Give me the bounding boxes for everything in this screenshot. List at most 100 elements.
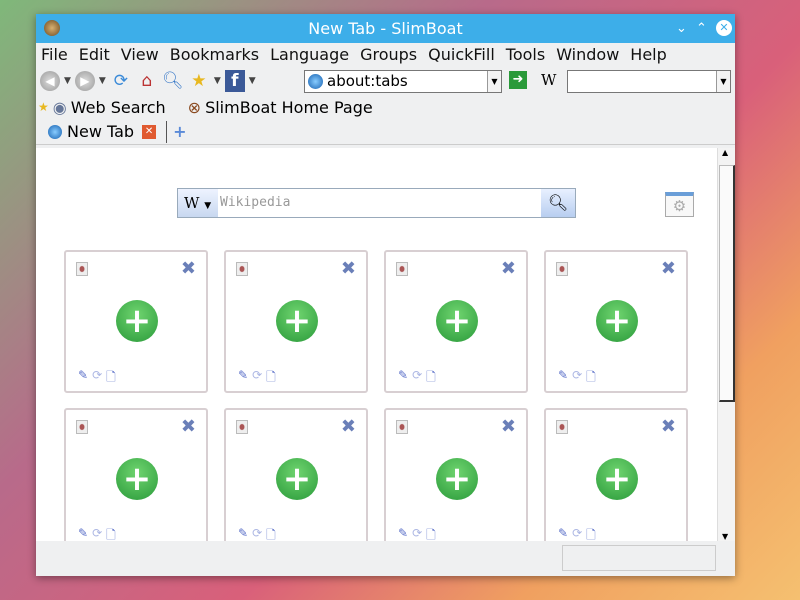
close-icon[interactable]: ✖ [341, 416, 356, 437]
engine-label: W [184, 194, 200, 212]
bookmark-star-icon[interactable]: ★ [188, 70, 210, 92]
favicon-icon [396, 420, 408, 434]
speed-dial-tile[interactable]: ✖ + ✎ ⟳ 🗋 [224, 250, 368, 393]
scroll-down-icon[interactable]: ▼ [722, 532, 728, 541]
back-button[interactable]: ◀ [40, 71, 60, 91]
close-icon[interactable]: ✖ [661, 258, 676, 279]
add-plus-icon[interactable]: + [116, 300, 158, 342]
speed-dial-tile[interactable]: ✖ + ✎ ⟳ 🗋 [384, 408, 528, 541]
chevron-down-icon[interactable]: ▼ [716, 71, 730, 92]
back-dropdown[interactable]: ▼ [64, 76, 71, 86]
refresh-icon[interactable]: ⟳ [572, 526, 582, 541]
page-search-button[interactable]: 🔍︎ [541, 189, 575, 217]
edit-icon[interactable]: ✎ [78, 368, 88, 389]
menu-window[interactable]: Window [556, 43, 619, 67]
speed-dial-tile[interactable]: ✖ + ✎ ⟳ 🗋 [64, 250, 208, 393]
speed-dial-tile[interactable]: ✖ + ✎ ⟳ 🗋 [64, 408, 208, 541]
add-plus-icon[interactable]: + [596, 458, 638, 500]
favicon-icon [556, 262, 568, 276]
close-button[interactable]: ✕ [716, 20, 732, 36]
edit-icon[interactable]: ✎ [558, 368, 568, 389]
close-tab-icon[interactable]: ✕ [142, 124, 157, 139]
scrollbar-thumb[interactable] [719, 165, 735, 402]
menu-bookmarks[interactable]: Bookmarks [170, 43, 259, 67]
engine-select[interactable]: W ▼ [178, 189, 218, 217]
edit-icon[interactable]: ✎ [398, 368, 408, 389]
close-icon[interactable]: ✖ [181, 258, 196, 279]
close-icon[interactable]: ✖ [181, 416, 196, 437]
speed-dial-tile[interactable]: ✖ + ✎ ⟳ 🗋 [384, 250, 528, 393]
add-page-icon[interactable]: 🗋 [426, 526, 436, 541]
facebook-icon[interactable]: f [224, 70, 245, 92]
reload-icon[interactable]: ⟳ [110, 70, 132, 92]
bookmark-web-search[interactable]: Web Search [71, 98, 166, 117]
forward-dropdown[interactable]: ▼ [99, 76, 106, 86]
edit-icon[interactable]: ✎ [238, 526, 248, 541]
add-page-icon[interactable]: 🗋 [426, 368, 436, 389]
menu-language[interactable]: Language [270, 43, 349, 67]
address-bar[interactable]: about:tabs ▼ [304, 70, 502, 93]
speed-dial-tile[interactable]: ✖ + ✎ ⟳ 🗋 [224, 408, 368, 541]
refresh-icon[interactable]: ⟳ [252, 368, 262, 389]
star-icon: ★ [38, 100, 49, 114]
vertical-scrollbar[interactable]: ▲ ▼ [717, 148, 735, 541]
maximize-button[interactable]: ⌃ [696, 14, 707, 43]
menu-quickfill[interactable]: QuickFill [428, 43, 495, 67]
menu-view[interactable]: View [121, 43, 159, 67]
add-plus-icon[interactable]: + [116, 458, 158, 500]
edit-icon[interactable]: ✎ [398, 526, 408, 541]
refresh-icon[interactable]: ⟳ [92, 368, 102, 389]
speed-dial-tile[interactable]: ✖ + ✎ ⟳ 🗋 [544, 408, 688, 541]
close-icon[interactable]: ✖ [501, 258, 516, 279]
edit-icon[interactable]: ✎ [238, 368, 248, 389]
add-plus-icon[interactable]: + [436, 300, 478, 342]
add-page-icon[interactable]: 🗋 [586, 368, 596, 389]
add-page-icon[interactable]: 🗋 [106, 526, 116, 541]
refresh-icon[interactable]: ⟳ [412, 526, 422, 541]
add-page-icon[interactable]: 🗋 [106, 368, 116, 389]
tab-new-tab[interactable]: New Tab [67, 122, 134, 141]
bookmark-dropdown[interactable]: ▼ [214, 76, 221, 86]
menu-help[interactable]: Help [630, 43, 666, 67]
edit-icon[interactable]: ✎ [558, 526, 568, 541]
refresh-icon[interactable]: ⟳ [252, 526, 262, 541]
chevron-down-icon[interactable]: ▼ [487, 71, 501, 92]
close-icon[interactable]: ✖ [661, 416, 676, 437]
close-icon[interactable]: ✖ [501, 416, 516, 437]
page-search-input[interactable]: Wikipedia [218, 189, 541, 217]
minimize-button[interactable]: ⌄ [676, 14, 687, 43]
add-page-icon[interactable]: 🗋 [266, 368, 276, 389]
favicon-icon [396, 262, 408, 276]
menu-tools[interactable]: Tools [506, 43, 545, 67]
add-plus-icon[interactable]: + [276, 458, 318, 500]
home-icon[interactable]: ⌂ [136, 70, 158, 92]
refresh-icon[interactable]: ⟳ [92, 526, 102, 541]
search-engine-select[interactable]: W [541, 71, 556, 89]
facebook-dropdown[interactable]: ▼ [249, 76, 256, 86]
refresh-icon[interactable]: ⟳ [412, 368, 422, 389]
page-search-box: W ▼ Wikipedia 🔍︎ [177, 188, 576, 218]
forward-button[interactable]: ▶ [74, 71, 95, 91]
add-plus-icon[interactable]: + [436, 458, 478, 500]
add-plus-icon[interactable]: + [276, 300, 318, 342]
bookmarks-bar: ★ ◉ Web Search ⊗ SlimBoat Home Page [36, 95, 735, 119]
refresh-icon[interactable]: ⟳ [572, 368, 582, 389]
new-tab-button[interactable]: + [173, 122, 186, 141]
search-input[interactable]: ▼ [567, 70, 731, 93]
menu-file[interactable]: File [41, 43, 68, 67]
search-icon[interactable]: 🔍︎ [162, 70, 184, 92]
add-page-icon[interactable]: 🗋 [266, 526, 276, 541]
menu-edit[interactable]: Edit [79, 43, 110, 67]
settings-gear-icon[interactable]: ⚙ [665, 192, 694, 217]
menu-groups[interactable]: Groups [360, 43, 417, 67]
bookmark-slimboat-home[interactable]: SlimBoat Home Page [205, 98, 373, 117]
add-plus-icon[interactable]: + [596, 300, 638, 342]
title-bar: New Tab - SlimBoat ⌄ ⌃ ✕ [36, 14, 735, 43]
scroll-up-icon[interactable]: ▲ [722, 148, 728, 157]
close-icon[interactable]: ✖ [341, 258, 356, 279]
edit-icon[interactable]: ✎ [78, 526, 88, 541]
go-button[interactable]: ➜ [509, 71, 527, 89]
speed-dial-tile[interactable]: ✖ + ✎ ⟳ 🗋 [544, 250, 688, 393]
page-content: W ▼ Wikipedia 🔍︎ ⚙ ✖ + ✎ ⟳ 🗋 ✖ + ✎ ⟳ 🗋 ✖ + ✎ ⟳ 🗋 ✖ + ✎ ⟳ 🗋 ✖… [36, 148, 717, 541]
add-page-icon[interactable]: 🗋 [586, 526, 596, 541]
